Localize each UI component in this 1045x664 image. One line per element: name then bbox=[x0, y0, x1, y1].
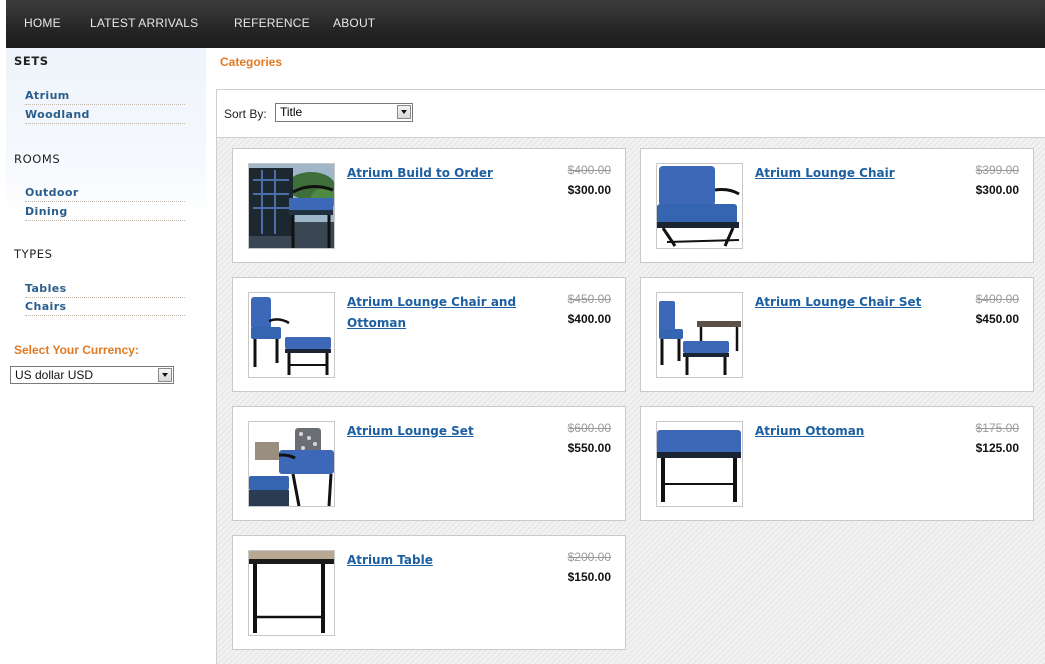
product-price: $150.00 bbox=[567, 570, 611, 584]
product-card: Atrium Build to Order $400.00 $300.00 bbox=[232, 148, 626, 263]
product-title-link[interactable]: Atrium Lounge Chair bbox=[755, 163, 945, 184]
nav-reference[interactable]: REFERENCE bbox=[234, 16, 310, 30]
sidebar-item-woodland[interactable]: Woodland bbox=[25, 108, 185, 124]
sidebar-item-atrium[interactable]: Atrium bbox=[25, 89, 185, 105]
product-image-chair-set[interactable] bbox=[656, 292, 743, 378]
top-nav-bar: HOME LATEST ARRIVALS REFERENCE ABOUT bbox=[6, 0, 1045, 48]
sort-select-value: Title bbox=[280, 105, 303, 119]
sidebar-item-dining[interactable]: Dining bbox=[25, 205, 185, 221]
sort-select[interactable]: Title bbox=[275, 103, 413, 122]
product-card: Atrium Lounge Set $600.00 $550.00 bbox=[232, 406, 626, 521]
product-old-price: $399.00 bbox=[975, 163, 1019, 177]
sidebar-item-chairs[interactable]: Chairs bbox=[25, 300, 185, 316]
rooms-heading: ROOMS bbox=[14, 152, 61, 166]
sort-dropdown-button[interactable] bbox=[397, 105, 411, 119]
product-old-price: $450.00 bbox=[567, 292, 611, 306]
sidebar: SETS Atrium Woodland ROOMS Outdoor Dinin… bbox=[6, 48, 206, 664]
product-price: $450.00 bbox=[975, 312, 1019, 326]
product-old-price: $175.00 bbox=[975, 421, 1019, 435]
product-price: $300.00 bbox=[567, 183, 611, 197]
product-card: Atrium Ottoman $175.00 $125.00 bbox=[640, 406, 1034, 521]
types-heading: TYPES bbox=[14, 247, 53, 261]
chevron-down-icon bbox=[162, 373, 168, 377]
product-card: Atrium Lounge Chair Set $400.00 $450.00 bbox=[640, 277, 1034, 392]
sort-bar: Sort By: Title bbox=[216, 89, 1045, 138]
product-old-price: $400.00 bbox=[567, 163, 611, 177]
product-title-link[interactable]: Atrium Ottoman bbox=[755, 421, 945, 442]
sort-label: Sort By: bbox=[224, 107, 267, 121]
product-title-link[interactable]: Atrium Lounge Chair and Ottoman bbox=[347, 292, 537, 334]
product-image-ottoman[interactable] bbox=[656, 421, 743, 507]
chevron-down-icon bbox=[401, 110, 407, 114]
nav-home[interactable]: HOME bbox=[24, 16, 61, 30]
product-title-link[interactable]: Atrium Lounge Chair Set bbox=[755, 292, 945, 313]
product-image-lounge-chair[interactable] bbox=[656, 163, 743, 249]
categories-title: Categories bbox=[220, 55, 283, 69]
nav-latest-arrivals[interactable]: LATEST ARRIVALS bbox=[90, 16, 198, 30]
product-title-link[interactable]: Atrium Lounge Set bbox=[347, 421, 537, 442]
sidebar-item-tables[interactable]: Tables bbox=[25, 282, 185, 298]
product-title-link[interactable]: Atrium Build to Order bbox=[347, 163, 537, 184]
product-old-price: $400.00 bbox=[975, 292, 1019, 306]
product-price: $550.00 bbox=[567, 441, 611, 455]
product-old-price: $200.00 bbox=[567, 550, 611, 564]
product-price: $300.00 bbox=[975, 183, 1019, 197]
sets-heading: SETS bbox=[14, 54, 49, 68]
currency-select[interactable]: US dollar USD bbox=[10, 366, 174, 384]
product-image-chair-and-ottoman[interactable] bbox=[248, 292, 335, 378]
product-card: Atrium Lounge Chair $399.00 $300.00 bbox=[640, 148, 1034, 263]
product-card: Atrium Table $200.00 $150.00 bbox=[232, 535, 626, 650]
sidebar-item-outdoor[interactable]: Outdoor bbox=[25, 186, 185, 202]
product-old-price: $600.00 bbox=[567, 421, 611, 435]
currency-dropdown-button[interactable] bbox=[158, 368, 172, 382]
product-image-patio-chair-garden[interactable] bbox=[248, 163, 335, 249]
product-card: Atrium Lounge Chair and Ottoman $450.00 … bbox=[232, 277, 626, 392]
currency-select-value: US dollar USD bbox=[15, 368, 94, 382]
product-price: $400.00 bbox=[567, 312, 611, 326]
currency-label: Select Your Currency: bbox=[14, 343, 139, 357]
nav-about[interactable]: ABOUT bbox=[333, 16, 375, 30]
product-image-table[interactable] bbox=[248, 550, 335, 636]
product-title-link[interactable]: Atrium Table bbox=[347, 550, 537, 571]
product-price: $125.00 bbox=[975, 441, 1019, 455]
product-grid: Atrium Build to Order $400.00 $300.00 At… bbox=[216, 138, 1045, 664]
product-image-lounge-set[interactable] bbox=[248, 421, 335, 507]
